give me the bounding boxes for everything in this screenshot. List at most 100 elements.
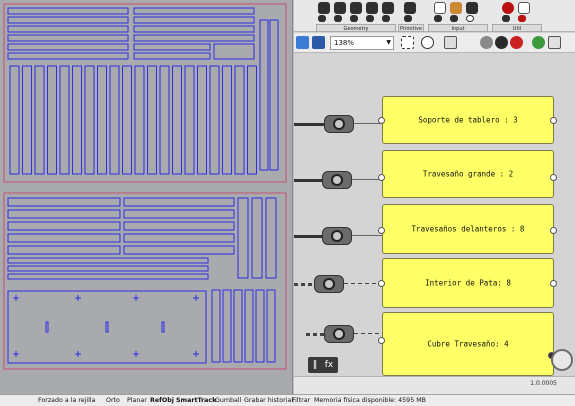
part[interactable] (7, 290, 207, 364)
sketch-icon[interactable] (444, 36, 457, 49)
part[interactable] (7, 257, 209, 264)
part[interactable] (222, 289, 232, 363)
geometry-icon[interactable] (350, 2, 362, 14)
part[interactable] (7, 233, 121, 243)
preview-selected-icon[interactable] (510, 36, 523, 49)
status-planar[interactable]: Planar (127, 395, 147, 406)
grid-icon[interactable]: ‖ (308, 357, 322, 373)
part[interactable] (197, 65, 207, 175)
part[interactable] (7, 7, 129, 15)
part[interactable] (211, 289, 221, 363)
status-smarttrack[interactable]: SmartTrack (176, 395, 216, 406)
part[interactable] (22, 65, 32, 175)
geometry-icon[interactable] (366, 15, 374, 22)
preview-mesh-icon[interactable] (548, 36, 561, 49)
input-color-icon[interactable] (450, 2, 462, 14)
canvas-tool-buttons[interactable]: ‖ fx (308, 357, 338, 373)
part[interactable] (34, 65, 45, 175)
part[interactable] (233, 289, 243, 363)
list-length-component[interactable] (324, 325, 354, 343)
open-file-icon[interactable] (296, 36, 309, 49)
geometry-icon[interactable] (318, 2, 330, 14)
zoom-select[interactable]: 138% ▼ (330, 36, 394, 50)
panel-output-port[interactable] (550, 227, 557, 234)
panel-soporte-de-tablero[interactable]: Soporte de tablero : 3 (382, 96, 554, 144)
primitive-icon[interactable] (404, 2, 416, 14)
part[interactable] (109, 65, 120, 175)
list-length-component[interactable] (314, 275, 344, 293)
part[interactable] (133, 25, 255, 33)
part[interactable] (133, 43, 211, 51)
list-length-component[interactable] (322, 171, 352, 189)
geometry-icon[interactable] (334, 15, 342, 22)
part[interactable] (45, 321, 49, 333)
panel-input-port[interactable] (378, 117, 385, 124)
part[interactable] (247, 65, 257, 175)
geometry-icon[interactable] (334, 2, 346, 14)
part[interactable] (7, 25, 129, 33)
status-ortho[interactable]: Orto (106, 395, 120, 406)
part[interactable] (123, 233, 235, 243)
panel-input-port[interactable] (378, 174, 385, 181)
panel-input-port[interactable] (378, 227, 385, 234)
part[interactable] (97, 65, 107, 175)
part[interactable] (123, 221, 235, 231)
util-icon[interactable] (518, 2, 530, 14)
part[interactable] (7, 209, 121, 219)
part[interactable] (133, 52, 211, 60)
part[interactable] (123, 197, 235, 207)
part[interactable] (259, 19, 269, 171)
part[interactable] (72, 65, 82, 175)
part[interactable] (213, 43, 255, 60)
list-length-component[interactable] (322, 227, 352, 245)
part[interactable] (251, 197, 263, 279)
part[interactable] (234, 65, 245, 175)
geometry-icon[interactable] (382, 2, 394, 14)
part[interactable] (9, 65, 20, 175)
status-gumball[interactable]: Gumball (215, 395, 241, 406)
list-length-component[interactable] (324, 115, 354, 133)
part[interactable] (105, 321, 109, 333)
sheet-2[interactable] (3, 192, 287, 370)
panel-output-port[interactable] (550, 117, 557, 124)
input-icon[interactable] (450, 15, 458, 22)
part[interactable] (266, 289, 276, 363)
input-slider-icon[interactable] (434, 2, 446, 14)
part[interactable] (133, 34, 255, 42)
part[interactable] (7, 245, 121, 255)
panel-output-port[interactable] (550, 174, 557, 181)
part[interactable] (133, 7, 255, 15)
panel-output-port[interactable] (550, 280, 557, 287)
part[interactable] (123, 209, 235, 219)
part[interactable] (7, 43, 129, 51)
geometry-icon[interactable] (318, 15, 326, 22)
util-icon[interactable] (502, 15, 510, 22)
preview-wire-icon[interactable] (480, 36, 493, 49)
part[interactable] (222, 65, 232, 175)
part[interactable] (122, 65, 132, 175)
preview-shaded-icon[interactable] (495, 36, 508, 49)
part[interactable] (269, 19, 279, 171)
geometry-icon[interactable] (382, 15, 390, 22)
preview-eye-icon[interactable] (421, 36, 434, 49)
part[interactable] (265, 197, 277, 279)
zoom-knob[interactable] (551, 349, 573, 371)
part[interactable] (7, 197, 121, 207)
input-icon[interactable] (466, 15, 474, 22)
part[interactable] (172, 65, 182, 175)
part[interactable] (209, 65, 220, 175)
part[interactable] (147, 65, 157, 175)
part[interactable] (7, 34, 129, 42)
part[interactable] (7, 52, 129, 60)
geometry-icon[interactable] (350, 15, 358, 22)
fx-icon[interactable]: fx (322, 357, 336, 373)
zoom-extents-icon[interactable] (401, 36, 414, 49)
part[interactable] (7, 16, 129, 24)
document-preview-icon[interactable] (532, 36, 545, 49)
part[interactable] (7, 273, 209, 280)
part[interactable] (133, 16, 255, 24)
part[interactable] (159, 65, 170, 175)
status-filter[interactable]: Filtrar (292, 395, 310, 406)
input-icon[interactable] (434, 15, 442, 22)
panel-input-port[interactable] (378, 337, 385, 344)
